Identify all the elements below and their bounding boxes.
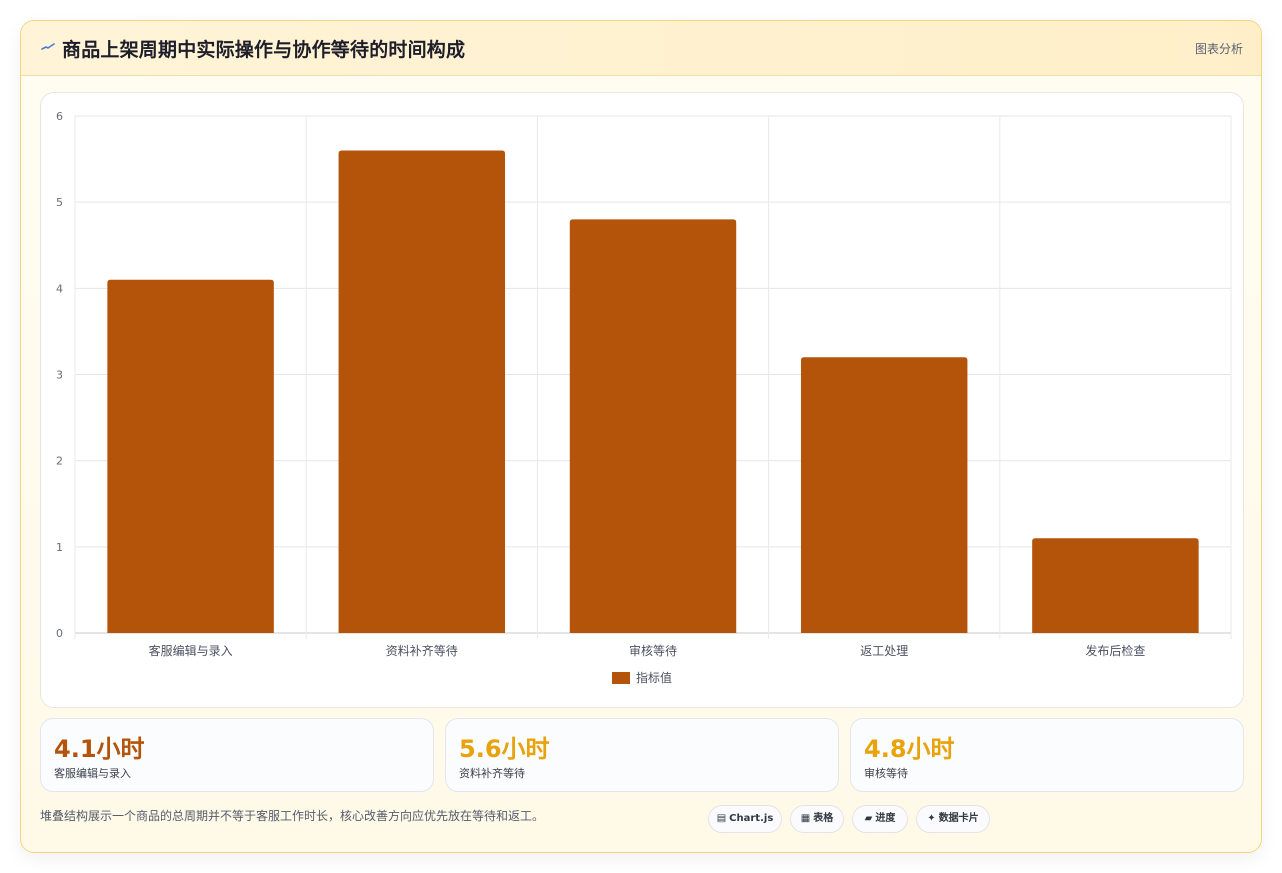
stat-card: 5.6小时 资料补齐等待	[445, 718, 839, 792]
chart-card: 商品上架周期中实际操作与协作等待的时间构成 图表分析 0 1 2 3 4 5 6 客服编辑与录…	[20, 20, 1262, 853]
table-icon: ▦	[800, 813, 811, 824]
bar	[569, 219, 737, 633]
stat-value: 4.1小时	[54, 735, 145, 763]
x-tick-label: 发布后检查	[1085, 643, 1145, 658]
chart-icon: ▤	[716, 813, 727, 824]
y-tick-label: 0	[56, 627, 63, 640]
bar	[800, 357, 968, 633]
chip-table[interactable]: ▦ 表格	[790, 805, 844, 833]
pulse-line-icon	[41, 40, 55, 56]
stat-card: 4.8小时 审核等待	[850, 718, 1244, 792]
bar-chart: 0 1 2 3 4 5 6 客服编辑与录入 资料补齐等待 审核等待 返工处理 发布后检查指标值	[56, 110, 1232, 685]
stat-label: 资料补齐等待	[459, 767, 525, 780]
chip-label: 表格	[813, 813, 834, 824]
stats-row: 4.1小时 客服编辑与录入 5.6小时 资料补齐等待 4.8小时 审核等待	[40, 718, 1244, 792]
card-header: 商品上架周期中实际操作与协作等待的时间构成 图表分析	[21, 21, 1261, 76]
bar	[338, 150, 506, 633]
header-tag: 图表分析	[1194, 42, 1243, 56]
sparkle-icon: ✦	[927, 813, 936, 824]
chip-label: 数据卡片	[938, 813, 979, 824]
stat-label: 客服编辑与录入	[54, 767, 131, 780]
y-tick-label: 3	[56, 369, 63, 382]
footer-note: 堆叠结构展示一个商品的总周期并不等于客服工作时长，核心改善方向应优先放在等待和返…	[40, 809, 545, 823]
x-tick-label: 返工处理	[860, 644, 908, 658]
stat-label: 审核等待	[864, 767, 908, 780]
chart-container: 0 1 2 3 4 5 6 客服编辑与录入 资料补齐等待 审核等待 返工处理 发布后检查指标值	[40, 92, 1244, 708]
chip-label: 进度	[875, 813, 896, 824]
stat-value: 5.6小时	[459, 735, 550, 763]
chip-progress[interactable]: ▰ 进度	[852, 805, 908, 833]
bar	[107, 279, 274, 633]
y-tick-label: 5	[56, 196, 63, 209]
y-tick-label: 1	[56, 541, 63, 554]
stat-card: 4.1小时 客服编辑与录入	[40, 718, 434, 792]
legend-label: 指标值	[636, 670, 672, 685]
y-tick-label: 2	[56, 455, 63, 468]
y-tick-label: 6	[56, 110, 63, 123]
x-tick-label: 客服编辑与录入	[149, 643, 233, 658]
chip-data-card[interactable]: ✦ 数据卡片	[916, 805, 990, 833]
x-tick-label: 审核等待	[629, 643, 677, 658]
stat-value: 4.8小时	[864, 735, 955, 763]
page-title: 商品上架周期中实际操作与协作等待的时间构成	[62, 39, 466, 61]
chip-label: Chart.js	[729, 813, 774, 824]
x-tick-label: 资料补齐等待	[386, 643, 458, 658]
progress-icon: ▰	[864, 813, 873, 824]
legend-swatch	[612, 672, 630, 684]
bar	[1032, 538, 1199, 633]
chip-chartjs[interactable]: ▤ Chart.js	[708, 805, 782, 833]
y-tick-label: 4	[56, 282, 63, 295]
